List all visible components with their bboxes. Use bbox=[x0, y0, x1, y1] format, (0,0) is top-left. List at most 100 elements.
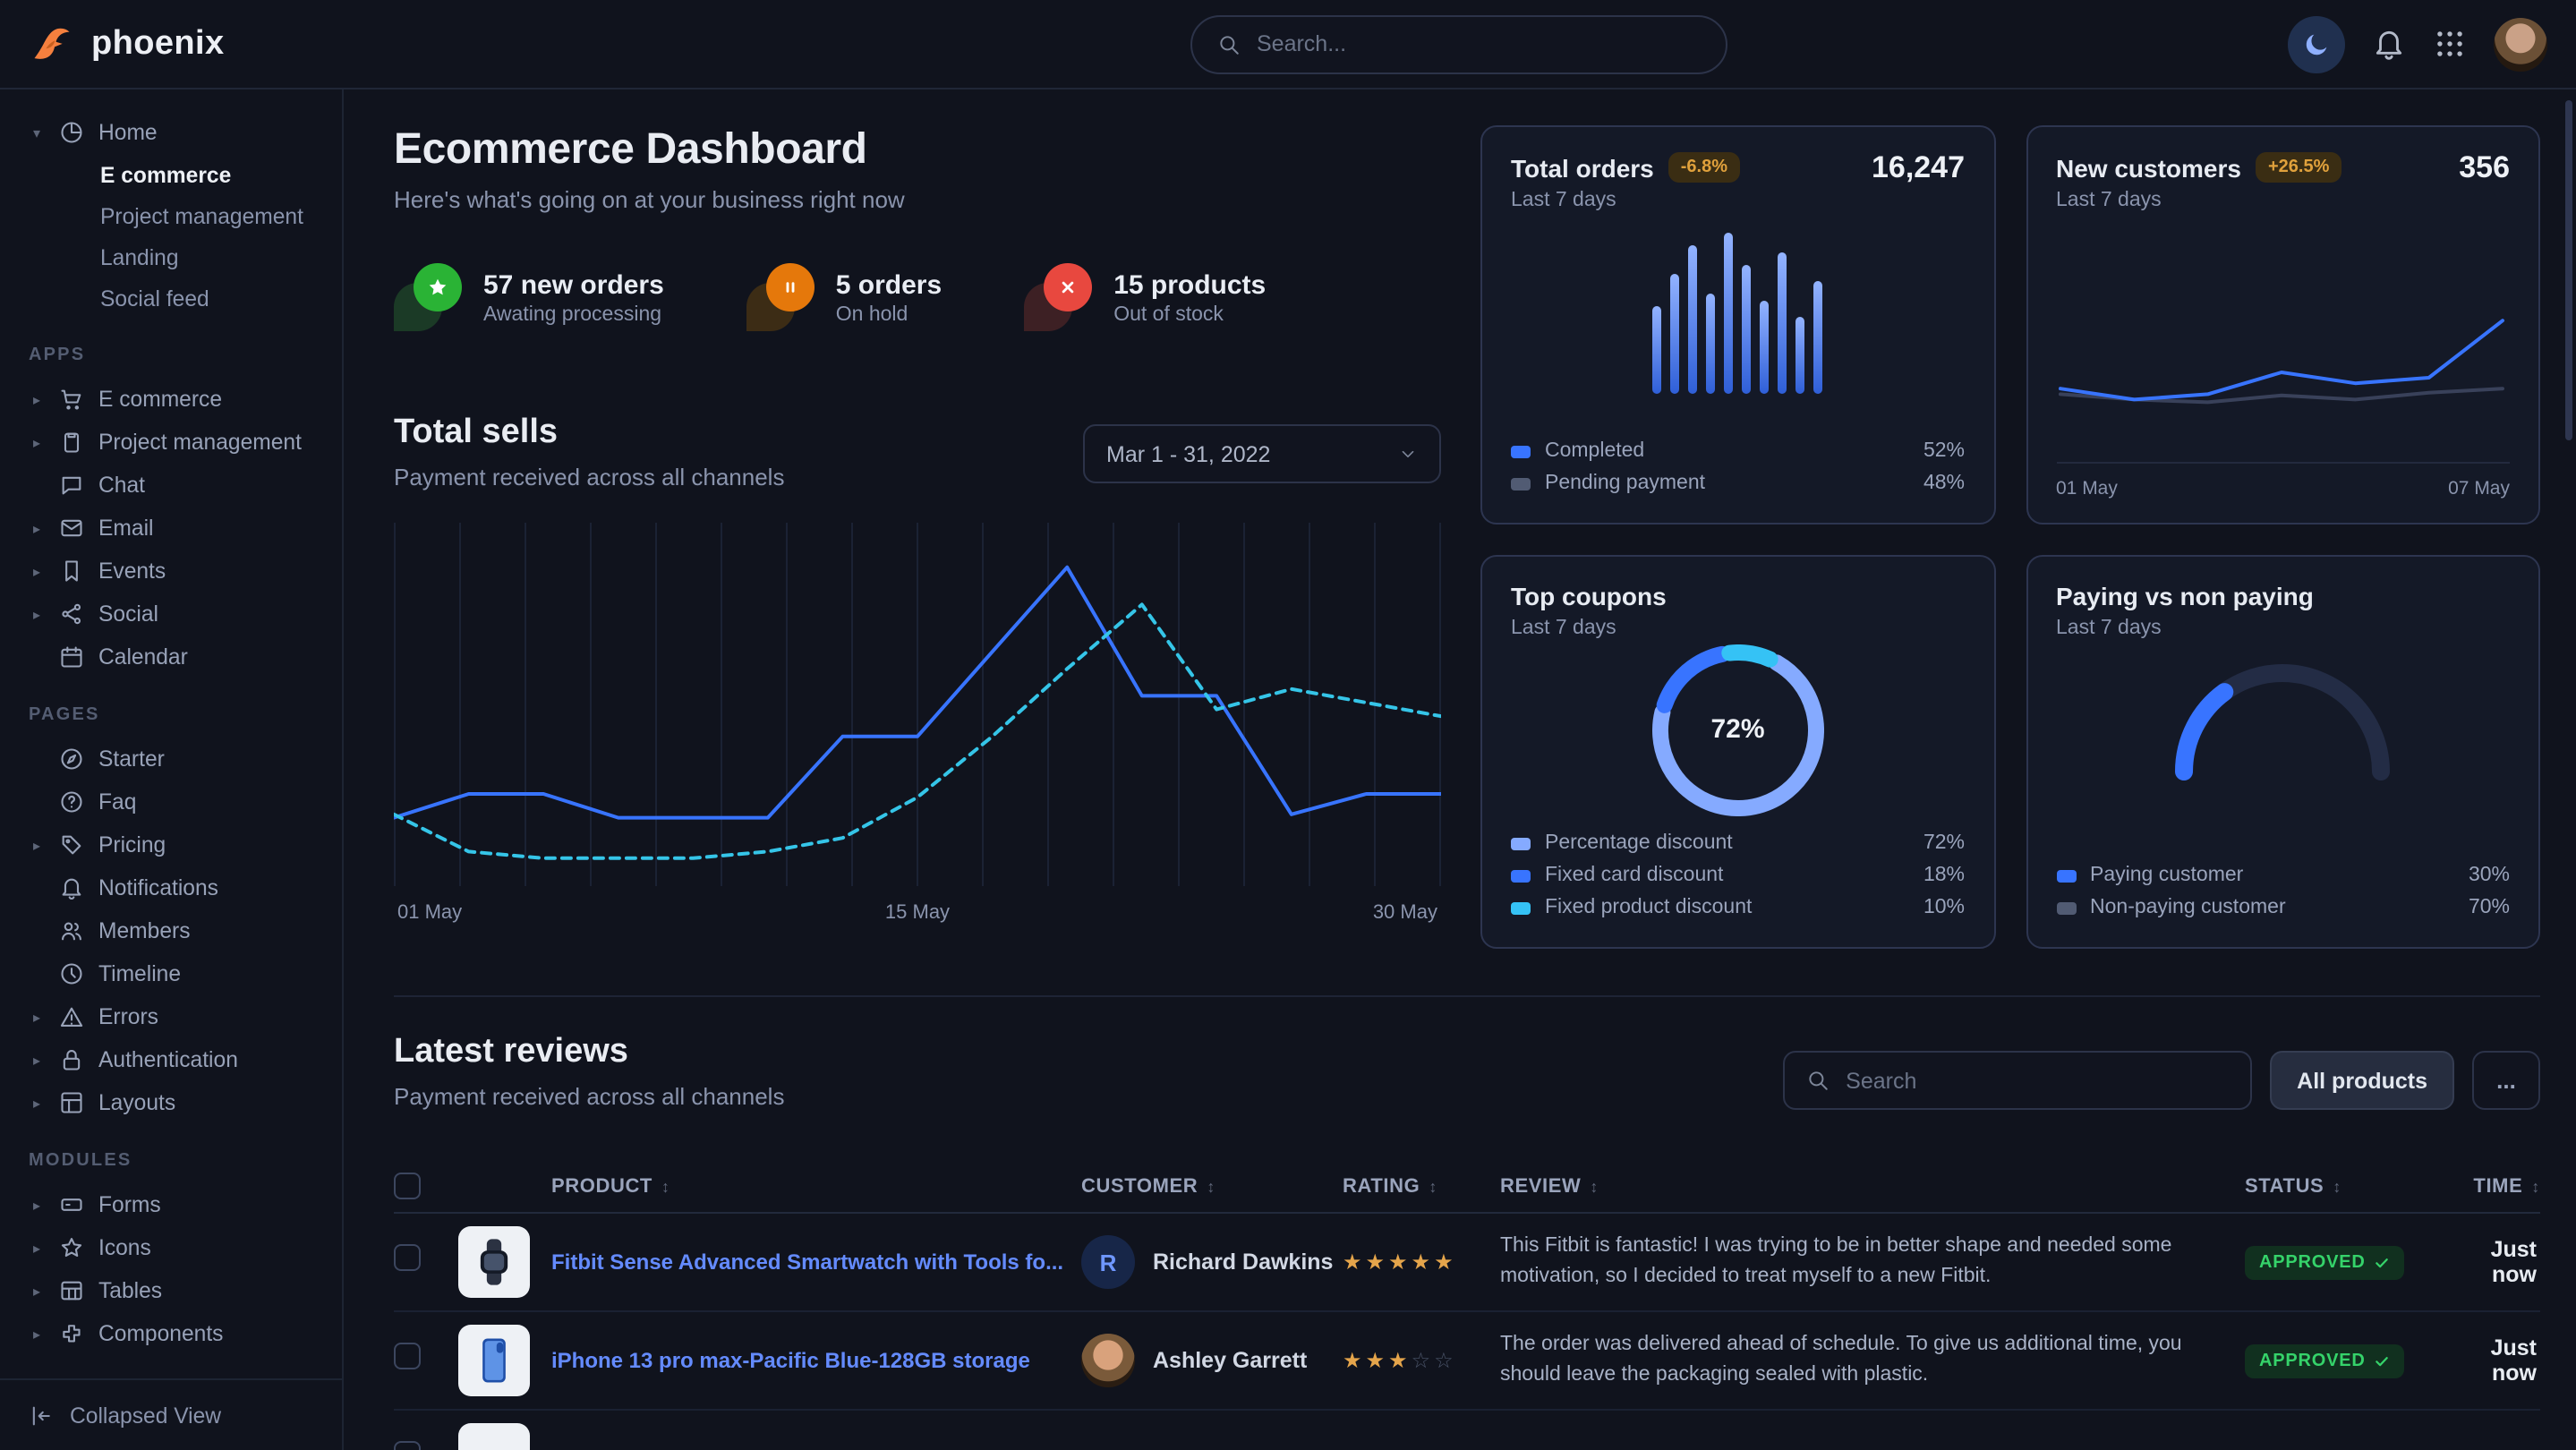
sidebar-item-label: Email bbox=[98, 516, 154, 541]
sort-icon: ↕ bbox=[661, 1177, 670, 1195]
sidebar-item-layouts[interactable]: ▸Layouts bbox=[18, 1081, 324, 1124]
sidebar-item-label: Forms bbox=[98, 1192, 161, 1217]
bar bbox=[1778, 252, 1787, 394]
review-text: This Fitbit is fantastic! I was trying t… bbox=[1500, 1232, 2245, 1293]
top-navbar: phoenix bbox=[0, 0, 2576, 90]
row-checkbox[interactable] bbox=[394, 1343, 421, 1369]
sidebar-item-e-commerce[interactable]: ▸E commerce bbox=[18, 378, 324, 421]
collapsed-view-toggle[interactable]: Collapsed View bbox=[0, 1378, 342, 1450]
rating-cell: ★★★☆☆ bbox=[1343, 1344, 1500, 1377]
date-range-value: Mar 1 - 31, 2022 bbox=[1106, 441, 1270, 466]
column-header-product[interactable]: PRODUCT ↕ bbox=[551, 1175, 1081, 1197]
select-all-checkbox[interactable] bbox=[394, 1173, 421, 1199]
sidebar-item-label: Authentication bbox=[98, 1047, 238, 1072]
customer-avatar[interactable] bbox=[1081, 1334, 1135, 1387]
sidebar-item-starter[interactable]: Starter bbox=[18, 738, 324, 780]
column-header-time[interactable]: TIME↕ bbox=[2460, 1175, 2540, 1197]
sidebar-item-email[interactable]: ▸Email bbox=[18, 507, 324, 550]
sidebar-item-project-management[interactable]: ▸Project management bbox=[18, 421, 324, 464]
search-input[interactable] bbox=[1257, 31, 1701, 56]
sidebar-nav: ▾HomeE commerceProject managementLanding… bbox=[0, 104, 342, 1362]
sort-icon: ↕ bbox=[2333, 1177, 2341, 1195]
sidebar-item-errors[interactable]: ▸Errors bbox=[18, 995, 324, 1038]
x-icon bbox=[1044, 263, 1092, 311]
apps-menu-button[interactable] bbox=[2433, 27, 2467, 61]
product-image[interactable] bbox=[458, 1325, 530, 1396]
notifications-button[interactable] bbox=[2372, 27, 2406, 61]
sidebar-item-notifications[interactable]: Notifications bbox=[18, 866, 324, 909]
bar bbox=[1814, 281, 1823, 394]
navbar-actions bbox=[2288, 15, 2547, 72]
sidebar-item-label: Icons bbox=[98, 1235, 151, 1260]
legend-dot bbox=[1511, 869, 1531, 882]
total-sells-chart bbox=[394, 519, 1441, 886]
sidebar-item-label: Starter bbox=[98, 746, 165, 772]
review-row bbox=[394, 1411, 2540, 1450]
column-header-customer[interactable]: CUSTOMER ↕ bbox=[1081, 1175, 1343, 1197]
sidebar-item-chat[interactable]: Chat bbox=[18, 464, 324, 507]
sidebar-item-components[interactable]: ▸Components bbox=[18, 1312, 324, 1355]
sidebar-item-label: Home bbox=[98, 120, 158, 145]
chat-icon bbox=[59, 473, 84, 498]
latest-reviews-section: Latest reviews Payment received across a… bbox=[394, 995, 2540, 1450]
sidebar-section-apps: APPS bbox=[29, 345, 313, 365]
product-link[interactable]: iPhone 13 pro max-Pacific Blue-128GB sto… bbox=[551, 1348, 1081, 1373]
caret-right-icon: ▸ bbox=[29, 606, 45, 622]
theme-toggle-button[interactable] bbox=[2288, 15, 2345, 72]
sidebar-item-social[interactable]: ▸Social bbox=[18, 593, 324, 635]
sidebar-item-authentication[interactable]: ▸Authentication bbox=[18, 1038, 324, 1081]
sidebar-item-home[interactable]: ▾Home bbox=[18, 111, 324, 154]
customer-cell: Ashley Garrett bbox=[1081, 1334, 1343, 1387]
column-label: CUSTOMER bbox=[1081, 1175, 1198, 1197]
user-avatar[interactable] bbox=[2494, 17, 2547, 71]
column-header-status[interactable]: STATUS↕ bbox=[2245, 1175, 2460, 1197]
lock-icon bbox=[59, 1047, 84, 1072]
sidebar-item-tables[interactable]: ▸Tables bbox=[18, 1269, 324, 1312]
product-image[interactable] bbox=[458, 1423, 530, 1450]
reviews-search-input[interactable] bbox=[1846, 1068, 2229, 1093]
paying-gauge-chart bbox=[2056, 639, 2510, 859]
sidebar-subitem-project-management[interactable]: Project management bbox=[18, 195, 324, 236]
all-products-button[interactable]: All products bbox=[2270, 1051, 2454, 1110]
more-options-button[interactable]: ... bbox=[2472, 1051, 2540, 1110]
product-image[interactable] bbox=[458, 1226, 530, 1298]
column-header-rating[interactable]: RATING↕ bbox=[1343, 1175, 1500, 1197]
sidebar-subitem-social-feed[interactable]: Social feed bbox=[18, 277, 324, 319]
collapse-icon bbox=[29, 1403, 54, 1428]
card-caption: Last 7 days bbox=[1511, 618, 1667, 639]
reviews-controls: All products ... bbox=[1783, 1051, 2540, 1110]
sidebar-item-timeline[interactable]: Timeline bbox=[18, 952, 324, 995]
sidebar-item-events[interactable]: ▸Events bbox=[18, 550, 324, 593]
scrollbar[interactable] bbox=[2565, 100, 2572, 440]
stat-caption: Out of stock bbox=[1113, 303, 1266, 325]
sort-icon: ↕ bbox=[2531, 1177, 2540, 1195]
sidebar-item-label: E commerce bbox=[98, 387, 222, 412]
product-link[interactable]: Fitbit Sense Advanced Smartwatch with To… bbox=[551, 1250, 1081, 1275]
global-search[interactable] bbox=[1190, 14, 1727, 73]
sidebar-subitem-e-commerce[interactable]: E commerce bbox=[18, 154, 324, 195]
customer-avatar[interactable]: R bbox=[1081, 1235, 1135, 1289]
row-checkbox[interactable] bbox=[394, 1244, 421, 1271]
brand[interactable]: phoenix bbox=[29, 21, 225, 67]
sidebar-item-calendar[interactable]: Calendar bbox=[18, 635, 324, 678]
column-header-review[interactable]: REVIEW↕ bbox=[1500, 1175, 2245, 1197]
sidebar-subitem-landing[interactable]: Landing bbox=[18, 236, 324, 277]
caret-right-icon: ▸ bbox=[29, 1197, 45, 1213]
date-range-select[interactable]: Mar 1 - 31, 2022 bbox=[1083, 424, 1441, 483]
sidebar-item-forms[interactable]: ▸ Forms bbox=[18, 1183, 324, 1226]
sidebar-item-members[interactable]: Members bbox=[18, 909, 324, 952]
total-sells-title: Total sells bbox=[394, 414, 784, 453]
sidebar-item-label: Chat bbox=[98, 473, 145, 498]
sidebar-item-pricing[interactable]: ▸Pricing bbox=[18, 823, 324, 866]
orders-legend: Completed52%Pending payment48% bbox=[1511, 435, 1965, 499]
legend-item-fixed-card-discount: Fixed card discount18% bbox=[1511, 859, 1965, 891]
x-label: 07 May bbox=[2448, 478, 2510, 499]
bar bbox=[1671, 273, 1680, 394]
reviews-search[interactable] bbox=[1783, 1051, 2252, 1110]
sidebar-item-faq[interactable]: Faq bbox=[18, 780, 324, 823]
sort-icon: ↕ bbox=[1207, 1177, 1215, 1195]
column-label: PRODUCT bbox=[551, 1175, 653, 1197]
sidebar-item-icons[interactable]: ▸Icons bbox=[18, 1226, 324, 1269]
card-caption: Last 7 days bbox=[2056, 190, 2341, 211]
page-title: Ecommerce Dashboard bbox=[394, 125, 1441, 175]
